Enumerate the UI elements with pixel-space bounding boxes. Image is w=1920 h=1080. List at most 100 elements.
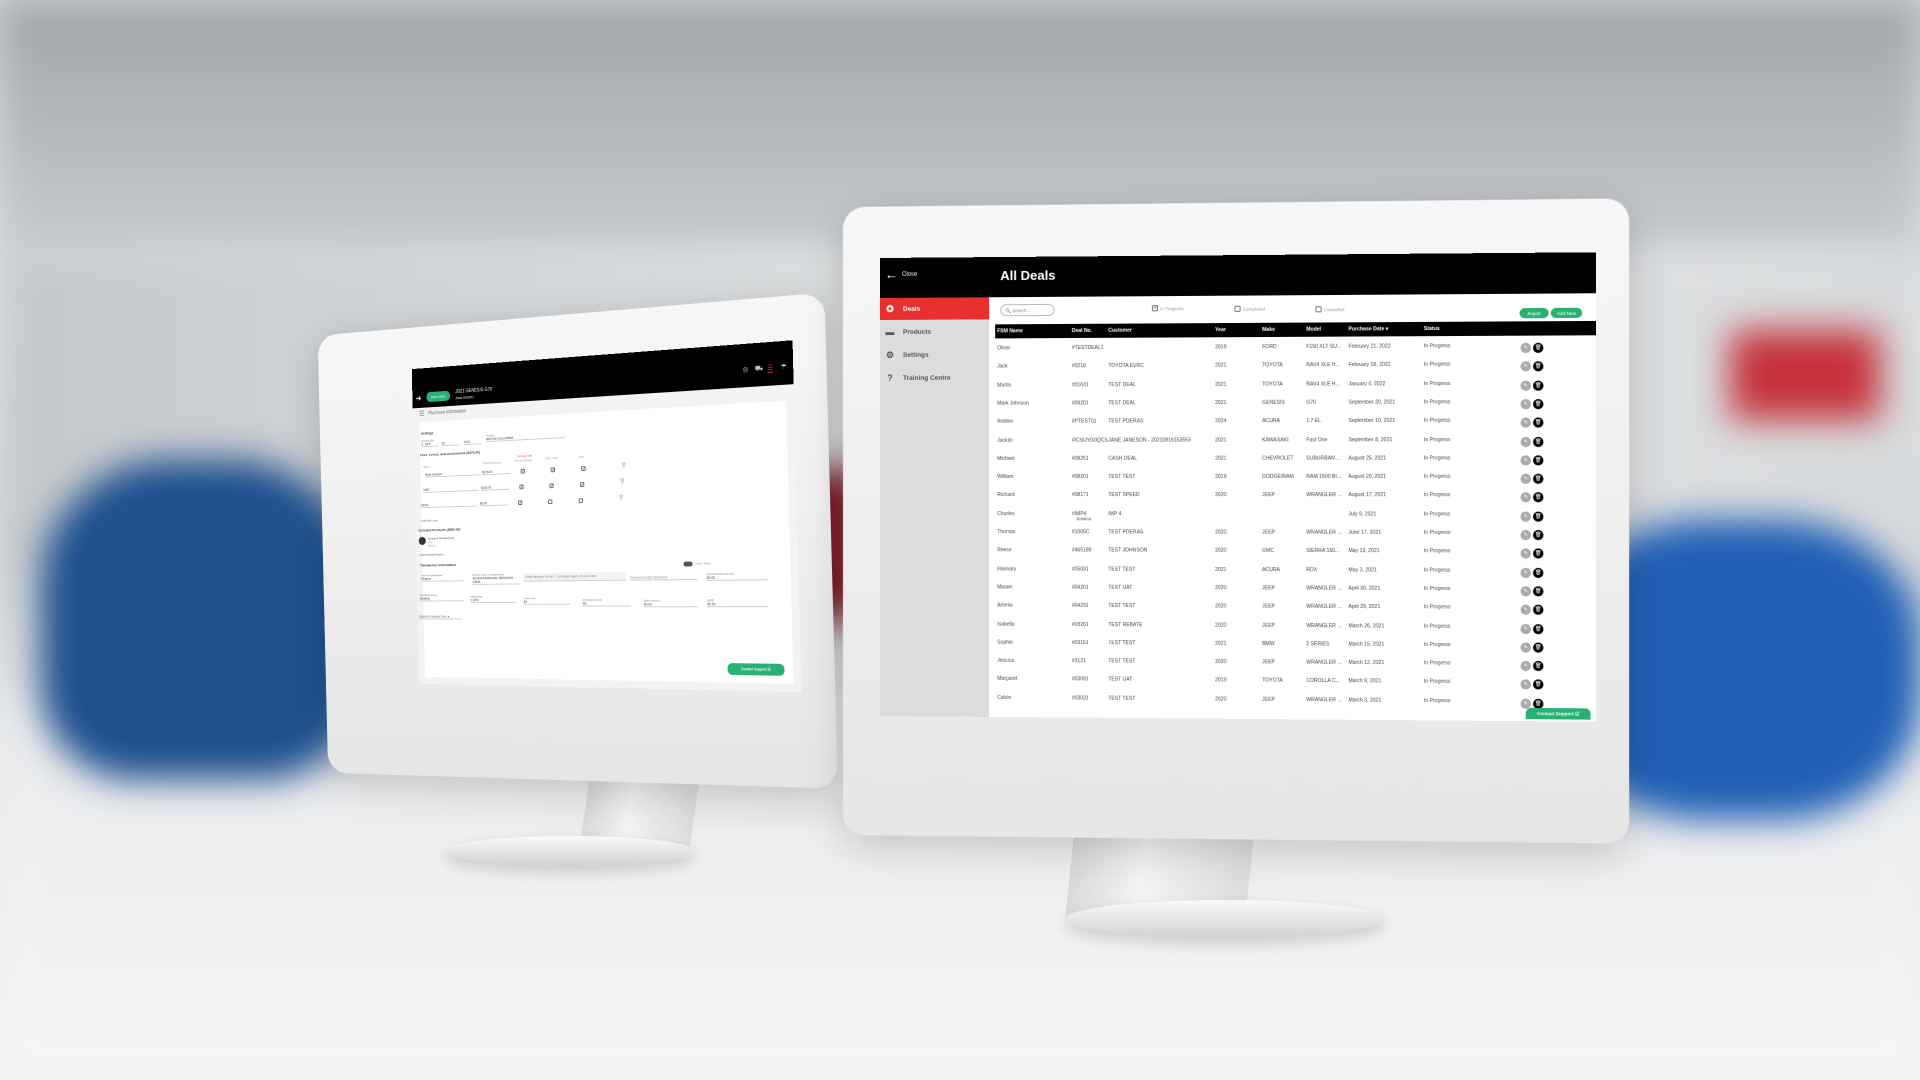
- delete-icon[interactable]: 🗑: [1533, 380, 1544, 391]
- payment-type-field[interactable]: Payment Type Required Finance: [421, 572, 465, 582]
- delete-icon[interactable]: 🗑: [1533, 660, 1544, 672]
- column-header[interactable]: Model: [1306, 327, 1321, 333]
- filter-cancelled[interactable]: Cancelled: [1315, 306, 1344, 313]
- add-product-link[interactable]: + Add Included Product: [419, 553, 443, 557]
- sidebar-item-products[interactable]: ▬ Products: [880, 320, 989, 343]
- delete-icon[interactable]: 🗑: [1533, 586, 1544, 597]
- sidebar-item-settings[interactable]: ⚙ Settings: [880, 343, 989, 366]
- contact-support-button[interactable]: Contact Support ☑: [727, 663, 785, 676]
- document-icon[interactable]: ☰: [767, 363, 774, 373]
- purchase-day-field[interactable]: 20: [441, 438, 460, 447]
- checkbox-checked-icon[interactable]: ✓: [518, 500, 522, 506]
- steering-wheel-icon[interactable]: ◎: [743, 365, 749, 373]
- sidebar-item-deals[interactable]: ✪ Deals: [880, 297, 990, 320]
- finance-term-field[interactable]: Finance Term 48: [523, 595, 571, 605]
- trash-icon[interactable]: 🗑: [618, 495, 624, 501]
- table-row[interactable]: William #08201 TEST TEST 2019 DODGE/RAM RAM 1…: [995, 470, 1596, 488]
- delete-icon[interactable]: 🗑: [1533, 398, 1544, 410]
- fee-name-field[interactable]: Mark Johnson: [424, 468, 481, 478]
- edit-icon[interactable]: ✎: [1520, 511, 1531, 522]
- edit-icon[interactable]: ✎: [1520, 642, 1531, 653]
- search-input[interactable]: 🔍 Search...: [1000, 303, 1055, 317]
- approved-amount-field[interactable]: Approved Finance Amount $0.00: [706, 570, 768, 581]
- checkbox-icon[interactable]: [548, 499, 553, 505]
- payment-frequency-field[interactable]: Payment Frequency Monthly: [419, 592, 464, 602]
- delete-icon[interactable]: 🗑: [1533, 511, 1544, 522]
- delete-icon[interactable]: 🗑: [1533, 473, 1544, 485]
- edit-icon[interactable]: ✎: [1520, 380, 1531, 391]
- lender-phone-field[interactable]: Secured Lender Telephone: [629, 573, 698, 581]
- contact-support-button[interactable]: Contact Support ☑: [1525, 707, 1591, 720]
- delete-icon[interactable]: 🗑: [1533, 679, 1544, 690]
- balloon-field[interactable]: Balloon Amount $0.00: [643, 597, 699, 608]
- msrp-field[interactable]: MSRP $0.00: [707, 597, 769, 608]
- table-row[interactable]: Mason #04201 TEST UAT 2020 JEEP WRANGLER ... A…: [995, 580, 1596, 600]
- import-button[interactable]: Import: [1519, 307, 1549, 319]
- column-header[interactable]: Status: [1424, 326, 1440, 332]
- delete-icon[interactable]: 🗑: [1533, 642, 1544, 653]
- delete-icon[interactable]: 🗑: [1533, 623, 1544, 634]
- edit-icon[interactable]: ✎: [1520, 398, 1531, 410]
- filter-completed[interactable]: Completed: [1234, 305, 1265, 312]
- back-arrow-icon[interactable]: ➜: [415, 393, 421, 403]
- deferral-select[interactable]: Deferral Payment Term ▾: [418, 613, 463, 620]
- edit-icon[interactable]: ✎: [1520, 473, 1531, 485]
- edit-icon[interactable]: ✎: [1520, 529, 1531, 541]
- sidebar-item-training-centre[interactable]: ? Training Centre: [880, 367, 989, 389]
- table-row[interactable]: Hannary #05031 TEST TEST 2021 ACURA RDX May 3,…: [995, 562, 1596, 582]
- fee-amount-field[interactable]: $100.00: [480, 483, 510, 491]
- lender-field[interactable]: Secured Lender / Lienholder Name ACURA FI…: [472, 571, 521, 585]
- deal-listing-button[interactable]: Deal Listing: [426, 390, 451, 403]
- column-header[interactable]: Deal No.: [1072, 328, 1092, 334]
- table-row[interactable]: Reece #465189 TEST JOHNSON 2020 GMC SIERRA 15…: [995, 544, 1596, 564]
- purchase-month-field[interactable]: Purchase Date 9 - SEP: [421, 437, 439, 448]
- edit-icon[interactable]: ✎: [1520, 436, 1531, 447]
- delete-icon[interactable]: 🗑: [1533, 361, 1544, 372]
- filter-in-progress[interactable]: ✓ In Progress: [1151, 305, 1183, 312]
- column-header[interactable]: Customer: [1108, 328, 1132, 334]
- fee-amount-field[interactable]: $375.00: [482, 467, 511, 476]
- delete-icon[interactable]: 🗑: [1533, 455, 1544, 466]
- edit-icon[interactable]: ✎: [1520, 417, 1531, 428]
- table-row[interactable]: Michael #08251 CASH DEAL 2021 CHEVROLET SUBUR…: [995, 451, 1596, 470]
- umbrella-icon[interactable]: ☂: [781, 363, 787, 371]
- fee-name-field[interactable]: PPSA: [421, 500, 477, 509]
- edit-icon[interactable]: ✎: [1520, 548, 1531, 559]
- table-row[interactable]: Mark Johnson #09201 TEST DEAL 2021 GENESIS G7…: [995, 395, 1596, 415]
- luxury-tax-toggle[interactable]: [683, 561, 693, 567]
- delete-icon[interactable]: 🗑: [1533, 492, 1544, 503]
- province-field[interactable]: Province BRITISH COLUMBIA: [486, 428, 566, 443]
- column-header[interactable]: Make: [1262, 327, 1275, 333]
- edit-icon[interactable]: ✎: [1520, 586, 1531, 597]
- edit-icon[interactable]: ✎: [1520, 679, 1531, 690]
- table-row[interactable]: Amelia #04291 TEST TEST 2020 JEEP WRANGLER ..…: [995, 599, 1596, 620]
- edit-icon[interactable]: ✎: [1520, 623, 1531, 634]
- add-fee-link[interactable]: + Add Fee / Levy: [420, 518, 438, 522]
- purchase-year-field[interactable]: 2021: [463, 437, 482, 446]
- other-lender-field[interactable]: Other Secured Lender / Lienholder Name (…: [523, 572, 626, 582]
- checkbox-checked-icon[interactable]: ✓: [520, 469, 525, 474]
- checkbox-checked-icon[interactable]: ✓: [519, 485, 524, 490]
- table-row[interactable]: Oliver #TESTDEAL1 2019 FORD F150 XLT SU... Fe…: [995, 338, 1596, 359]
- fee-amount-field[interactable]: $0.00: [479, 498, 509, 507]
- edit-icon[interactable]: ✎: [1520, 455, 1531, 466]
- edit-icon[interactable]: ✎: [1520, 342, 1531, 354]
- checkbox-checked-icon[interactable]: ✓: [579, 482, 585, 488]
- delete-icon[interactable]: 🗑: [1533, 567, 1544, 578]
- edit-icon[interactable]: ✎: [1520, 492, 1531, 503]
- delete-icon[interactable]: 🗑: [1533, 436, 1544, 447]
- checkbox-checked-icon[interactable]: ✓: [550, 467, 555, 473]
- checkbox-checked-icon[interactable]: ✓: [581, 466, 586, 472]
- trash-icon[interactable]: 🗑: [621, 462, 627, 468]
- checkbox-checked-icon[interactable]: ✓: [549, 483, 554, 489]
- add-new-button[interactable]: Add New: [1550, 307, 1583, 319]
- edit-icon[interactable]: ✎: [1520, 567, 1531, 578]
- table-row[interactable]: Calvin #03031 TEST TEST 2020 JEEP WRANGLER ..…: [995, 691, 1596, 714]
- delete-icon[interactable]: 🗑: [1533, 529, 1544, 541]
- table-row[interactable]: Jack #0218 TOYOTA EVRC 2021 TOYOTA RAV4 XLE H…: [995, 357, 1596, 378]
- table-row[interactable]: Martin #01041 TEST DEAL 2021 TOYOTA RAV4 XLE …: [995, 376, 1596, 396]
- delete-icon[interactable]: 🗑: [1533, 548, 1544, 559]
- table-row[interactable]: Jacklin #ICSUYG0QCS JANE JANESON - 2021091…: [995, 432, 1596, 451]
- column-header[interactable]: FSM Name: [997, 328, 1023, 334]
- table-row[interactable]: Thomas #1005C TEST PDERAS 2020 JEEP WRANGLER …: [995, 525, 1596, 544]
